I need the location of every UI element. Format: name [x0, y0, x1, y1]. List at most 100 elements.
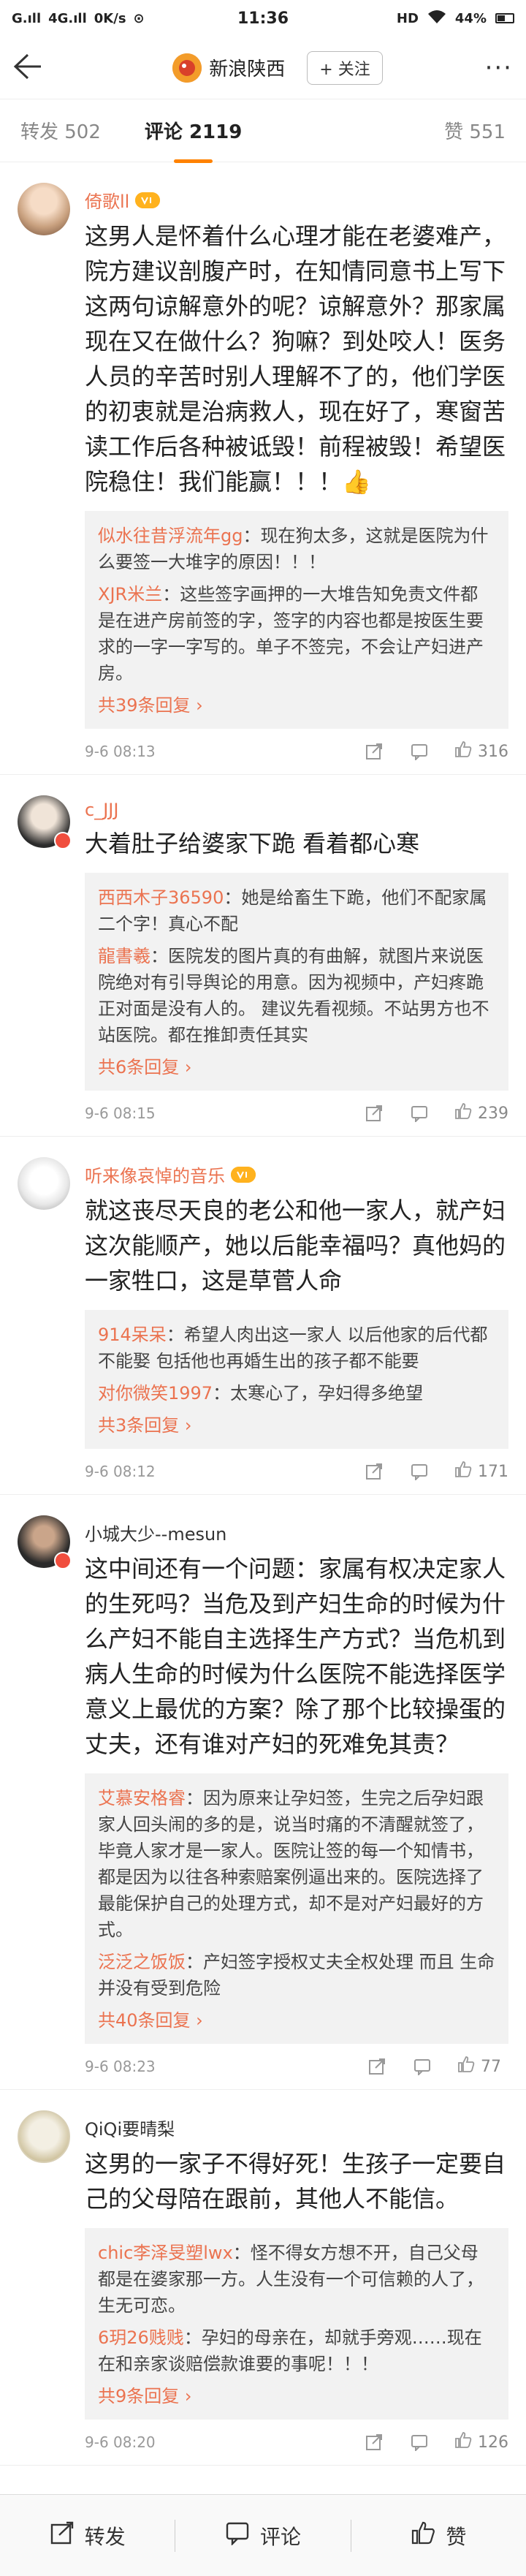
- share-icon[interactable]: [364, 1461, 384, 1482]
- avatar[interactable]: [18, 1515, 72, 1569]
- comment-actions: 77: [367, 2056, 508, 2077]
- comment-username[interactable]: QiQi要晴梨: [85, 2115, 175, 2140]
- bottom-comment-button[interactable]: 评论: [175, 2520, 350, 2550]
- like-control[interactable]: 171: [454, 1461, 508, 1482]
- back-arrow-icon[interactable]: [13, 51, 57, 85]
- reply-box[interactable]: 似水往昔浮流年gg：现在狗太多，这就是医院为什么要签一大堆字的原因！！！ XJR…: [85, 511, 508, 729]
- more-replies-link[interactable]: 共3条回复 ›: [98, 1412, 495, 1439]
- comment-time: 9-6 08:20: [85, 2433, 156, 2451]
- reply-icon[interactable]: [409, 1461, 430, 1482]
- more-menu-icon[interactable]: ···: [469, 53, 513, 83]
- like-control[interactable]: 126: [454, 2431, 508, 2453]
- comment-text: 这中间还有一个问题：家属有权决定家人的生死吗？当危及到产妇生命的时候为什么产妇不…: [85, 1555, 506, 1758]
- comment-user[interactable]: 小城大少--mesun: [85, 1520, 508, 1545]
- reply-user[interactable]: chic李泽旻塑lwx: [98, 2243, 233, 2263]
- comment-body: 听来像哀悼的音乐 就这丧尽天良的老公和他一家人，就产妇这次能顺产，她以后能幸福吗…: [85, 1157, 508, 1494]
- share-icon[interactable]: [364, 1103, 384, 1124]
- comment-user[interactable]: 倚歌ll: [85, 187, 508, 213]
- more-replies-link[interactable]: 共9条回复 ›: [98, 2383, 495, 2409]
- thumbs-up-icon[interactable]: [457, 2056, 475, 2077]
- bottom-like-button[interactable]: 赞: [351, 2520, 526, 2550]
- share-icon[interactable]: [364, 2432, 384, 2452]
- comment-username[interactable]: 小城大少--mesun: [85, 1520, 226, 1545]
- reply-user[interactable]: XJR米兰: [98, 584, 162, 605]
- comment-item: QiQi要晴梨 这男的一家子不得好死！生孩子一定要自己的父母陪在跟前，其他人不能…: [0, 2090, 526, 2466]
- reply-box[interactable]: 914呆呆：希望人肉出这一家人 以后他家的后代都不能娶 包括他也再婚生出的孩子都…: [85, 1310, 508, 1449]
- reply-item: 艾慕安格睿：因为原来让孕妇签，生完之后孕妇跟家人回头闹的多的是，说当时痛的不清醒…: [98, 1785, 495, 1943]
- reply-user[interactable]: 西西木子36590: [98, 887, 224, 908]
- like-control[interactable]: 316: [454, 740, 508, 762]
- avatar[interactable]: [18, 2110, 70, 2163]
- comment-meta: 9-6 08:13 316: [85, 729, 508, 774]
- comment-time: 9-6 08:15: [85, 1105, 156, 1122]
- account-name[interactable]: 新浪陕西: [209, 54, 285, 81]
- tab-bar: 转发 502 评论 2119 赞 551: [0, 99, 526, 163]
- tab-likes[interactable]: 赞 551: [444, 117, 506, 144]
- comment-body: QiQi要晴梨 这男的一家子不得好死！生孩子一定要自己的父母陪在跟前，其他人不能…: [85, 2110, 508, 2465]
- comment-user[interactable]: 听来像哀悼的音乐: [85, 1162, 508, 1187]
- reply-user[interactable]: 艾慕安格睿: [98, 1788, 186, 1808]
- tab-repost[interactable]: 转发 502: [20, 117, 101, 144]
- reply-item: 6玥26贱贱：孕妇的母亲在，却就手旁观……现在在和亲家谈赔偿款谁要的事呢！！！: [98, 2325, 495, 2377]
- avatar[interactable]: [18, 1157, 70, 1210]
- comment-actions: 239: [364, 1102, 508, 1124]
- comment-username[interactable]: 倚歌ll: [85, 187, 129, 213]
- comment-user[interactable]: c_JJJ: [85, 800, 508, 820]
- account-avatar[interactable]: [172, 53, 202, 83]
- more-replies-link[interactable]: 共40条回复 ›: [98, 2007, 495, 2034]
- bottom-like-label: 赞: [446, 2524, 467, 2549]
- reply-box[interactable]: 艾慕安格睿：因为原来让孕妇签，生完之后孕妇跟家人回头闹的多的是，说当时痛的不清醒…: [85, 1773, 508, 2044]
- thumbs-up-icon[interactable]: [454, 740, 472, 762]
- bottom-repost-button[interactable]: 转发: [0, 2520, 175, 2550]
- reply-user[interactable]: 似水往昔浮流年gg: [98, 526, 243, 546]
- reply-user[interactable]: 龍書羲: [98, 946, 150, 966]
- reply-user[interactable]: 914呆呆: [98, 1325, 167, 1345]
- reply-icon[interactable]: [409, 741, 430, 762]
- more-replies-link[interactable]: 共6条回复 ›: [98, 1054, 495, 1080]
- bottom-repost-label: 转发: [84, 2524, 126, 2549]
- thumbs-up-icon[interactable]: [454, 1102, 472, 1124]
- thumbs-up-icon[interactable]: [454, 1461, 472, 1482]
- reply-icon[interactable]: [412, 2056, 432, 2077]
- comment-username[interactable]: 听来像哀悼的音乐: [85, 1162, 225, 1187]
- comment-actions: 316: [364, 740, 508, 762]
- comment-username[interactable]: c_JJJ: [85, 800, 118, 820]
- reply-item: XJR米兰：这些签字画押的一大堆告知免责文件都是在进产房前签的字，签字的内容也都…: [98, 581, 495, 686]
- reply-item: chic李泽旻塑lwx：怪不得女方想不开，自己父母都是在婆家那一方。人生没有一个…: [98, 2240, 495, 2319]
- comment-actions: 126: [364, 2431, 508, 2453]
- comment-body: 小城大少--mesun 这中间还有一个问题：家属有权决定家人的生死吗？当危及到产…: [85, 1515, 508, 2089]
- like-control[interactable]: 77: [457, 2056, 508, 2077]
- reply-icon[interactable]: [409, 2432, 430, 2452]
- more-replies-link[interactable]: 共39条回复 ›: [98, 692, 495, 719]
- tab-comments[interactable]: 评论 2119: [145, 117, 242, 163]
- reply-box[interactable]: chic李泽旻塑lwx：怪不得女方想不开，自己父母都是在婆家那一方。人生没有一个…: [85, 2228, 508, 2420]
- reply-text: ：医院发的图片真的有曲解，就图片来说医院绝对有引导舆论的用意。因为视频中，产妇疼…: [98, 946, 489, 1045]
- comment-time: 9-6 08:12: [85, 1463, 156, 1480]
- comment-user[interactable]: QiQi要晴梨: [85, 2115, 508, 2140]
- reply-box[interactable]: 西西木子36590：她是给畜生下跪，他们不配家属二个字！真心不配 龍書羲：医院发…: [85, 873, 508, 1091]
- like-count: 77: [481, 2057, 501, 2076]
- like-count: 239: [478, 1104, 508, 1123]
- comment-meta: 9-6 08:20 126: [85, 2420, 508, 2465]
- reply-user[interactable]: 6玥26贱贱: [98, 2327, 184, 2348]
- like-control[interactable]: 239: [454, 1102, 508, 1124]
- reply-icon[interactable]: [409, 1103, 430, 1124]
- comment-item: 听来像哀悼的音乐 就这丧尽天良的老公和他一家人，就产妇这次能顺产，她以后能幸福吗…: [0, 1137, 526, 1495]
- reply-text: ：太寒心了，孕妇得多绝望: [213, 1383, 424, 1403]
- avatar[interactable]: [18, 795, 72, 849]
- comment-meta: 9-6 08:12 171: [85, 1449, 508, 1494]
- comment-text: 大着肚子给婆家下跪 看着都心寒: [85, 830, 420, 857]
- share-icon[interactable]: [367, 2056, 387, 2077]
- reply-text: ：因为原来让孕妇签，生完之后孕妇跟家人回头闹的多的是，说当时痛的不清醒就签了，毕…: [98, 1788, 484, 1940]
- reply-item: 对你微笑1997：太寒心了，孕妇得多绝望: [98, 1380, 495, 1406]
- avatar[interactable]: [18, 183, 70, 235]
- share-icon[interactable]: [364, 741, 384, 762]
- thumbs-up-icon[interactable]: [454, 2431, 472, 2453]
- reply-user[interactable]: 对你微笑1997: [98, 1383, 213, 1403]
- follow-button[interactable]: + 关注: [307, 50, 383, 85]
- reply-user[interactable]: 泛泛之饭饭: [98, 1952, 186, 1972]
- reply-item: 似水往昔浮流年gg：现在狗太多，这就是医院为什么要签一大堆字的原因！！！: [98, 523, 495, 575]
- reply-item: 西西木子36590：她是给畜生下跪，他们不配家属二个字！真心不配: [98, 884, 495, 937]
- battery-icon: [495, 13, 514, 23]
- comment-icon: [225, 2520, 250, 2550]
